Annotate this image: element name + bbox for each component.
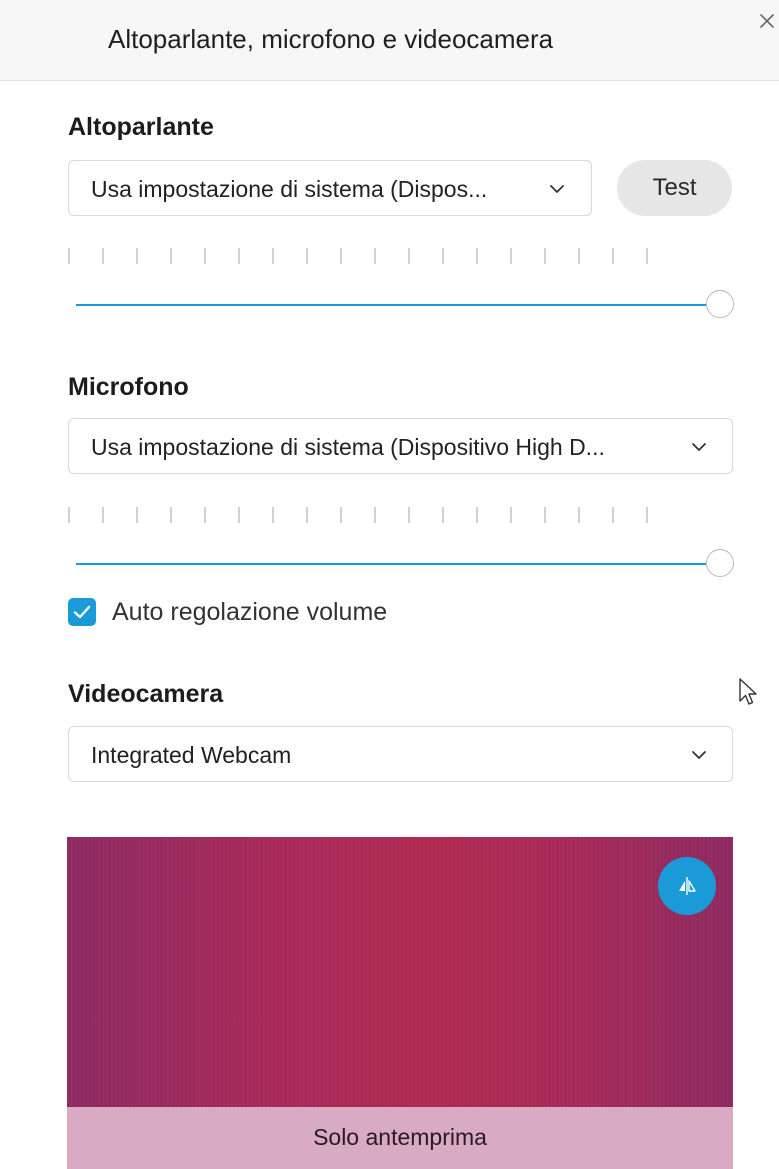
speaker-volume-slider[interactable] [76, 290, 734, 320]
level-tick [544, 507, 546, 523]
auto-adjust-volume-label: Auto regolazione volume [112, 598, 388, 626]
microphone-level-meter [68, 507, 648, 523]
level-tick [510, 248, 512, 264]
level-tick [238, 507, 240, 523]
mirror-flip-icon [679, 877, 696, 895]
level-tick [136, 507, 138, 523]
level-tick [408, 507, 410, 523]
checkmark-icon [73, 605, 91, 619]
level-tick [646, 248, 648, 264]
level-tick [306, 248, 308, 264]
microphone-volume-track [76, 563, 706, 565]
level-tick [544, 248, 546, 264]
level-tick [476, 248, 478, 264]
level-tick [442, 507, 444, 523]
level-tick [68, 507, 70, 523]
speaker-level-meter [68, 248, 648, 264]
auto-adjust-volume-checkbox[interactable] [68, 598, 96, 626]
level-tick [374, 507, 376, 523]
mirror-preview-button[interactable] [658, 857, 716, 915]
level-tick [136, 248, 138, 264]
level-tick [374, 248, 376, 264]
level-tick [442, 248, 444, 264]
speaker-device-value: Usa impostazione di sistema (Dispos... [91, 176, 488, 202]
microphone-volume-slider[interactable] [76, 549, 734, 579]
level-tick [476, 507, 478, 523]
mouse-pointer-icon [739, 678, 757, 705]
level-tick [272, 248, 274, 264]
level-tick [578, 507, 580, 523]
level-tick [204, 248, 206, 264]
microphone-section-title: Microfono [68, 373, 189, 401]
camera-preview: Solo antemprima [67, 837, 733, 1169]
level-tick [204, 507, 206, 523]
level-tick [102, 248, 104, 264]
close-button[interactable] [756, 10, 778, 32]
level-tick [102, 507, 104, 523]
level-tick [306, 507, 308, 523]
speaker-volume-track [76, 304, 706, 306]
microphone-device-select[interactable]: Usa impostazione di sistema (Dispositivo… [68, 418, 733, 474]
level-tick [340, 248, 342, 264]
preview-only-label: Solo antemprima [313, 1124, 487, 1150]
camera-section-title: Videocamera [68, 680, 224, 708]
microphone-volume-thumb[interactable] [706, 549, 734, 577]
level-tick [272, 507, 274, 523]
chevron-down-icon [692, 443, 706, 451]
level-tick [68, 248, 70, 264]
level-tick [238, 248, 240, 264]
chevron-down-icon [692, 751, 706, 759]
level-tick [612, 248, 614, 264]
speaker-device-select[interactable]: Usa impostazione di sistema (Dispos... [68, 160, 592, 216]
close-icon [760, 14, 774, 28]
level-tick [170, 248, 172, 264]
level-tick [170, 507, 172, 523]
level-tick [408, 248, 410, 264]
speaker-test-button[interactable]: Test [617, 160, 732, 216]
level-tick [612, 507, 614, 523]
camera-device-value: Integrated Webcam [91, 742, 292, 768]
camera-device-select[interactable]: Integrated Webcam [68, 726, 733, 782]
preview-label-bar: Solo antemprima [67, 1107, 733, 1169]
level-tick [340, 507, 342, 523]
dialog-title: Altoparlante, microfono e videocamera [108, 24, 554, 54]
chevron-down-icon [550, 185, 564, 193]
level-tick [510, 507, 512, 523]
speaker-section-title: Altoparlante [68, 113, 214, 141]
level-tick [578, 248, 580, 264]
dialog-header: Altoparlante, microfono e videocamera [0, 0, 779, 81]
speaker-volume-thumb[interactable] [706, 290, 734, 318]
level-tick [646, 507, 648, 523]
microphone-device-value: Usa impostazione di sistema (Dispositivo… [91, 434, 605, 460]
